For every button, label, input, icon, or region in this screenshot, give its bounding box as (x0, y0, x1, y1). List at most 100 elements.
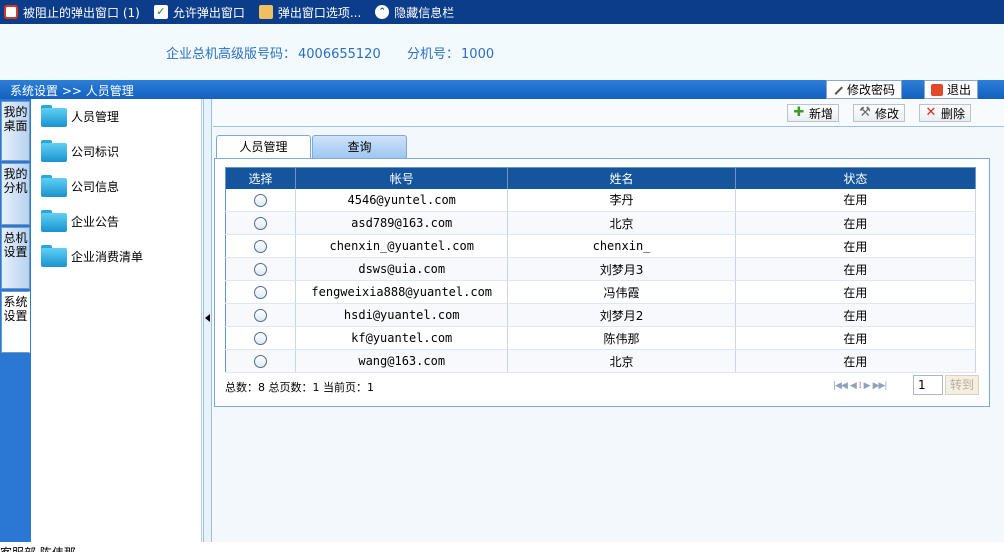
plus-icon: ✚ (793, 105, 805, 120)
account-cell: kf@yuantel.com (295, 326, 509, 350)
tab-my-desktop[interactable]: 我的桌面 (1, 101, 30, 161)
col-header-account: 帐号 (295, 167, 509, 189)
folder-icon (41, 140, 67, 162)
popup-info-bar: 被阻止的弹出窗口 (1) ✓ 允许弹出窗口 弹出窗口选项... ⌃ 隐藏信息栏 (0, 0, 1004, 24)
status-cell: 在用 (735, 211, 977, 235)
next-page-icon[interactable]: ▶ (864, 381, 871, 391)
account-cell: dsws@uia.com (295, 257, 509, 281)
logout-button[interactable]: 退出 (924, 80, 979, 99)
allow-popup-icon: ✓ (153, 5, 168, 19)
folder-icon (41, 210, 67, 232)
delete-button[interactable]: ✕ 删除 (919, 104, 972, 122)
select-radio[interactable] (254, 240, 268, 253)
name-cell: 李丹 (507, 188, 736, 212)
allow-popup-item[interactable]: ✓ 允许弹出窗口 (153, 4, 245, 21)
tab-query[interactable]: 查询 (312, 135, 407, 158)
popup-options-item[interactable]: 弹出窗口选项... (258, 4, 361, 21)
account-cell: 4546@yuntel.com (295, 188, 509, 212)
main-content: ✚ 新增 ⚒ 修改 ✕ 删除 人员管理 查询 选择 帐号 姓名 状态 4546@… (213, 99, 1004, 542)
go-to-page-button[interactable]: 转到 (945, 375, 979, 395)
status-cell: 在用 (735, 326, 977, 350)
select-radio[interactable] (254, 355, 268, 368)
col-header-name: 姓名 (507, 167, 736, 189)
col-header-status: 状态 (735, 167, 977, 189)
tools-icon: ⚒ (859, 105, 871, 120)
delete-x-icon: ✕ (925, 105, 937, 120)
status-cell: 在用 (735, 349, 977, 373)
hide-bar-item[interactable]: ⌃ 隐藏信息栏 (375, 4, 454, 21)
edit-button[interactable]: ⚒ 修改 (853, 104, 906, 122)
table-row[interactable]: kf@yuantel.com 陈伟那 在用 (225, 326, 977, 350)
tab-switchboard-settings[interactable]: 总机设置 (1, 227, 30, 289)
collapse-arrow-icon[interactable] (205, 314, 210, 322)
nav-bar: 系统设置 >> 人员管理 修改密码 退出 (0, 80, 1004, 99)
current-user-text: 客服部 陈伟那 (0, 544, 76, 552)
table-row[interactable]: wang@163.com 北京 在用 (225, 349, 977, 373)
left-tab-strip: 我的桌面 我的分机 总机设置 系统设置 (0, 99, 31, 542)
table-row[interactable]: dsws@uia.com 刘梦月3 在用 (225, 257, 977, 281)
panel-splitter[interactable] (203, 99, 212, 542)
blocked-popup-item[interactable]: 被阻止的弹出窗口 (1) (4, 4, 140, 21)
folder-icon (41, 175, 67, 197)
menu-item-personnel[interactable]: 人员管理 (41, 102, 119, 130)
select-radio[interactable] (254, 286, 268, 299)
tab-system-settings[interactable]: 系统设置 (1, 291, 30, 353)
menu-item-company-logo[interactable]: 公司标识 (41, 137, 119, 165)
menu-item-announcements[interactable]: 企业公告 (41, 207, 119, 235)
pagination-summary: 总数：8 总页数：1 当前页：1 (225, 381, 374, 394)
account-cell: asd789@163.com (295, 211, 509, 235)
status-cell: 在用 (735, 257, 977, 281)
status-bar: 客服部 陈伟那 (0, 542, 1004, 552)
col-header-select: 选择 (225, 167, 297, 189)
table-row[interactable]: chenxin_@yuantel.com chenxin_ 在用 (225, 234, 977, 258)
first-page-icon[interactable]: |◀◀ (833, 381, 848, 391)
breadcrumb: 系统设置 >> 人员管理 (10, 84, 134, 98)
select-radio[interactable] (254, 332, 268, 345)
status-cell: 在用 (735, 303, 977, 327)
power-icon (931, 83, 943, 96)
page-number-input[interactable]: 1 (913, 375, 943, 395)
hotline-info: 企业总机高级版号码： 4006655120 分机号： 1000 (166, 47, 495, 62)
name-cell: 冯伟霞 (507, 280, 736, 304)
folder-open-icon (41, 105, 67, 127)
select-radio[interactable] (254, 263, 268, 276)
name-cell: 北京 (507, 211, 736, 235)
table-row[interactable]: 4546@yuntel.com 李丹 在用 (225, 188, 977, 212)
tab-my-extension[interactable]: 我的分机 (1, 163, 30, 225)
table-row[interactable]: asd789@163.com 北京 在用 (225, 211, 977, 235)
menu-item-company-info[interactable]: 公司信息 (41, 172, 119, 200)
page-separator-icon: ⁞ (858, 381, 862, 391)
last-page-icon[interactable]: ▶▶| (873, 381, 888, 391)
tab-panel: 选择 帐号 姓名 状态 4546@yuntel.com 李丹 在用 asd789… (214, 158, 990, 407)
pencil-icon (833, 84, 843, 95)
name-cell: chenxin_ (507, 234, 736, 258)
status-cell: 在用 (735, 234, 977, 258)
account-cell: chenxin_@yuantel.com (295, 234, 509, 258)
table-header-row: 选择 帐号 姓名 状态 (225, 167, 977, 189)
tab-personnel[interactable]: 人员管理 (216, 135, 311, 158)
account-cell: hsdi@yuantel.com (295, 303, 509, 327)
folder-icon (41, 245, 67, 267)
pager-controls: |◀◀ ◀ ⁞ ▶ ▶▶| (833, 381, 889, 391)
side-menu: 人员管理 公司标识 公司信息 企业公告 企业消费清单 (31, 99, 202, 542)
prev-page-icon[interactable]: ◀ (850, 381, 857, 391)
change-password-button[interactable]: 修改密码 (826, 80, 903, 99)
hide-bar-icon: ⌃ (375, 5, 390, 19)
blocked-popup-icon (4, 5, 18, 19)
table-row[interactable]: fengweixia888@yuantel.com 冯伟霞 在用 (225, 280, 977, 304)
select-radio[interactable] (254, 309, 268, 322)
add-button[interactable]: ✚ 新增 (787, 104, 840, 122)
select-radio[interactable] (254, 217, 268, 230)
name-cell: 刘梦月3 (507, 257, 736, 281)
select-radio[interactable] (254, 193, 268, 207)
menu-item-billing[interactable]: 企业消费清单 (41, 242, 143, 270)
popup-options-icon (258, 5, 273, 19)
table-row[interactable]: hsdi@yuantel.com 刘梦月2 在用 (225, 303, 977, 327)
personnel-table: 选择 帐号 姓名 状态 4546@yuntel.com 李丹 在用 asd789… (225, 167, 977, 373)
name-cell: 北京 (507, 349, 736, 373)
status-cell: 在用 (735, 280, 977, 304)
status-cell: 在用 (735, 188, 977, 212)
name-cell: 刘梦月2 (507, 303, 736, 327)
page-header: 企业总机高级版号码： 4006655120 分机号： 1000 (0, 24, 1004, 80)
name-cell: 陈伟那 (507, 326, 736, 350)
